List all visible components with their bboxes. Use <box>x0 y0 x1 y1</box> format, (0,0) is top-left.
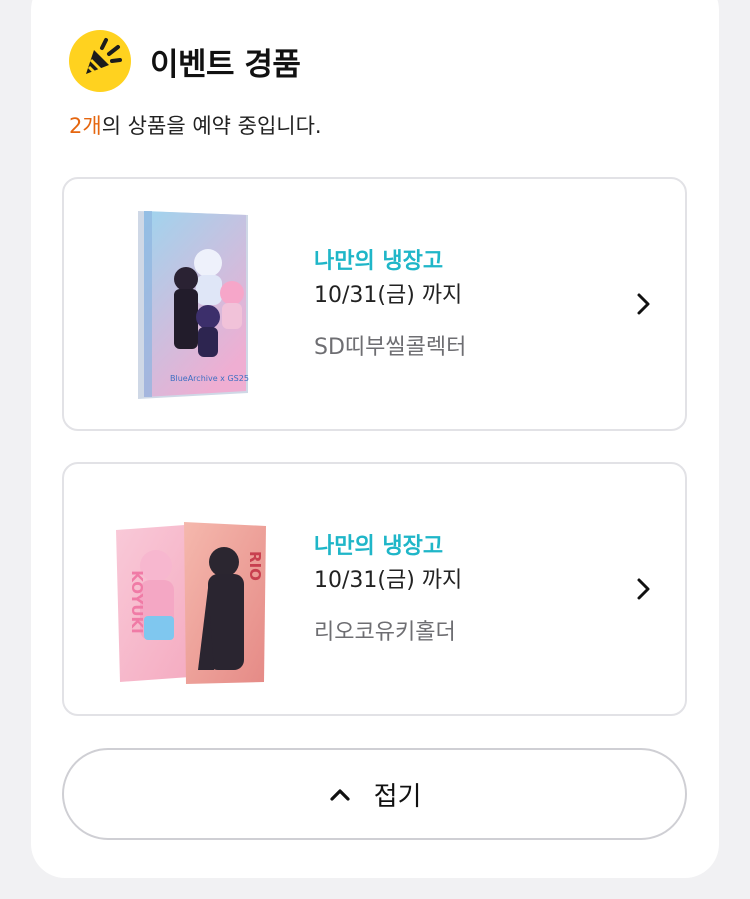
pickup-deadline: 10/31(금) 까지 <box>314 568 463 593</box>
party-popper-icon <box>69 30 131 92</box>
product-info-2: 나만의 냉장고 10/31(금) 까지 리오코유키홀더 <box>314 530 462 650</box>
store-name: 나만의 냉장고 <box>314 534 444 559</box>
product-card-1[interactable]: BlueArchive x GS25 나만의 냉장고 10/31(금) 까지 S… <box>62 177 687 431</box>
koyuki-label: KOYUKI <box>128 570 146 633</box>
product-name: SD띠부씰콜렉터 <box>314 335 467 360</box>
store-name: 나만의 냉장고 <box>314 249 444 274</box>
sticker-album-image: BlueArchive x GS25 <box>114 207 274 403</box>
reservation-summary: 2개의 상품을 예약 중입니다. <box>69 110 322 140</box>
pickup-deadline: 10/31(금) 까지 <box>314 283 463 308</box>
collapse-button[interactable]: 접기 <box>62 748 687 840</box>
collapse-label: 접기 <box>373 781 422 812</box>
svg-text:BlueArchive x GS25: BlueArchive x GS25 <box>170 374 249 383</box>
section-header: 이벤트 경품 <box>69 30 301 92</box>
product-name: 리오코유키홀더 <box>314 620 456 645</box>
section-title: 이벤트 경품 <box>150 46 301 83</box>
product-card-2[interactable]: KOYUKI RIO 나만의 냉장고 10/31(금) 까지 리오코유키홀더 <box>62 462 687 716</box>
reservation-summary-text: 의 상품을 예약 중입니다. <box>101 114 322 138</box>
product-info-1: 나만의 냉장고 10/31(금) 까지 SD띠부씰콜렉터 <box>314 245 466 365</box>
chevron-up-icon <box>329 789 350 801</box>
rio-label: RIO <box>246 551 264 581</box>
chevron-right-icon[interactable] <box>633 290 655 318</box>
chevron-right-icon[interactable] <box>633 575 655 603</box>
card-holder-image: KOYUKI RIO <box>114 492 274 688</box>
reservation-count: 2개 <box>69 114 102 138</box>
